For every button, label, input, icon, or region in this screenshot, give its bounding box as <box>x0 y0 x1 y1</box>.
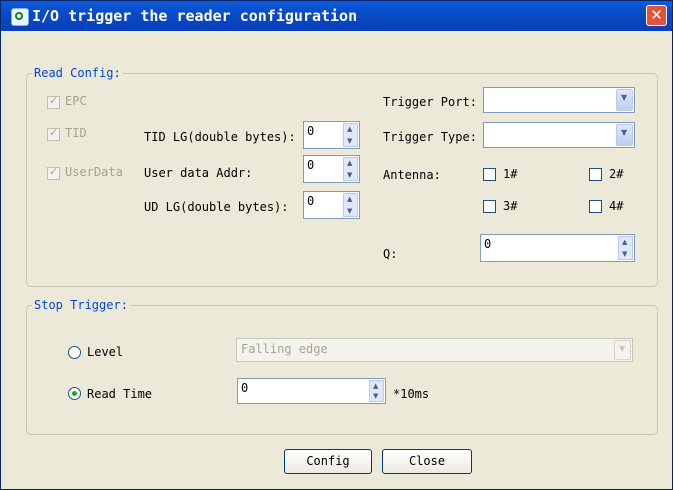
antenna-4-checkbox[interactable] <box>589 200 602 213</box>
tid-lg-value: 0 <box>307 124 315 138</box>
tid-checkbox[interactable] <box>47 126 60 141</box>
q-stepper[interactable]: 0 <box>480 234 635 262</box>
antenna-2-label: 2# <box>609 167 624 181</box>
trigger-type-label: Trigger Type: <box>383 130 477 144</box>
dialog-window: I/O trigger the reader configuration ✕ R… <box>0 0 673 490</box>
tid-lg-stepper[interactable]: 0 <box>303 121 360 149</box>
user-data-addr-label: User data Addr: <box>144 166 253 180</box>
userdata-label: UserData <box>65 165 123 179</box>
stop-trigger-title: Stop Trigger: <box>32 298 130 312</box>
tid-label: TID <box>65 126 87 140</box>
window-title: I/O trigger the reader configuration <box>32 7 358 25</box>
read-time-stepper[interactable]: 0 <box>237 378 386 404</box>
stop-trigger-group: Stop Trigger: <box>26 298 658 435</box>
ud-lg-spin-arrows[interactable] <box>343 193 358 217</box>
close-icon[interactable]: ✕ <box>646 5 667 26</box>
level-radio[interactable] <box>68 346 81 359</box>
title-bar[interactable]: I/O trigger the reader configuration ✕ <box>1 1 672 31</box>
level-edge-value: Falling edge <box>241 342 328 356</box>
antenna-4-label: 4# <box>609 199 624 213</box>
ud-lg-stepper[interactable]: 0 <box>303 191 360 219</box>
read-time-radio[interactable] <box>68 387 81 400</box>
userdata-checkbox[interactable] <box>47 165 60 180</box>
close-button[interactable]: Close <box>382 449 472 474</box>
trigger-port-select[interactable] <box>483 87 635 113</box>
tid-lg-spin-arrows[interactable] <box>343 123 358 147</box>
read-time-label: Read Time <box>87 387 153 401</box>
antenna-1-label: 1# <box>503 167 518 181</box>
user-data-addr-value: 0 <box>307 158 315 172</box>
level-label: Level <box>87 345 124 359</box>
antenna-3-checkbox[interactable] <box>483 200 496 213</box>
app-icon <box>11 8 29 26</box>
trigger-port-label: Trigger Port: <box>383 95 477 109</box>
user-data-addr-spin-arrows[interactable] <box>343 157 358 181</box>
epc-checkbox[interactable] <box>47 94 60 109</box>
level-edge-select[interactable]: Falling edge <box>236 338 633 362</box>
read-time-value: 0 <box>241 381 249 395</box>
antenna-2-checkbox[interactable] <box>589 168 602 181</box>
trigger-type-select[interactable] <box>483 122 635 148</box>
epc-label: EPC <box>65 94 87 108</box>
antenna-1-checkbox[interactable] <box>483 168 496 181</box>
user-data-addr-stepper[interactable]: 0 <box>303 155 360 183</box>
chevron-down-icon[interactable] <box>616 89 633 111</box>
q-label: Q: <box>383 247 398 261</box>
read-time-unit: *10ms <box>393 387 430 401</box>
read-config-title: Read Config: <box>32 66 123 80</box>
read-time-spin-arrows[interactable] <box>369 380 384 402</box>
chevron-down-icon[interactable] <box>614 340 631 360</box>
ud-lg-value: 0 <box>307 194 315 208</box>
tid-lg-label: TID LG(double bytes): <box>144 130 296 144</box>
antenna-label: Antenna: <box>383 168 441 182</box>
config-button[interactable]: Config <box>284 449 372 474</box>
antenna-3-label: 3# <box>503 199 518 213</box>
q-value: 0 <box>484 237 492 251</box>
chevron-down-icon[interactable] <box>616 124 633 146</box>
ud-lg-label: UD LG(double bytes): <box>144 200 289 214</box>
q-spin-arrows[interactable] <box>618 236 633 260</box>
